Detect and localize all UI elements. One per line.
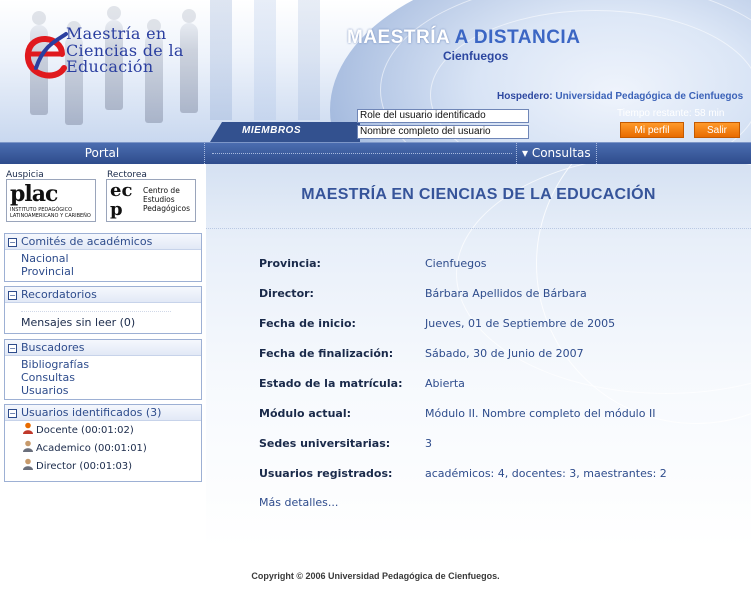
site-title-accent: A DISTANCIA xyxy=(449,27,581,48)
panel-usuarios-identificados: − Usuarios identificados (3) Docente (00:… xyxy=(4,404,202,482)
info-label-fecha-inicio: Fecha de inicio: xyxy=(259,317,356,330)
info-value-provincia: Cienfuegos xyxy=(425,257,487,270)
panel-title: Comités de académicos xyxy=(21,235,153,248)
more-details-link[interactable]: Más detalles... xyxy=(259,496,338,509)
info-value-fecha-inicio: Jueves, 01 de Septiembre de 2005 xyxy=(425,317,616,330)
site-subtitle: Cienfuegos xyxy=(443,49,509,63)
link-usuarios[interactable]: Usuarios xyxy=(21,384,201,397)
logout-button[interactable]: Salir xyxy=(694,122,740,138)
cep-logo-sub: Centro de Estudios Pedagógicos xyxy=(143,186,191,213)
logo-line: Educación xyxy=(66,57,154,76)
user-name: Academico (00:01:01) xyxy=(36,443,147,454)
my-profile-button[interactable]: Mi perfil xyxy=(620,122,684,138)
host-label: Hospedero: xyxy=(497,91,553,102)
nav-consultas-menu[interactable]: ▾ Consultas xyxy=(516,143,597,164)
info-label-sedes: Sedes universitarias: xyxy=(259,437,391,450)
user-icon-gray xyxy=(22,440,34,452)
collapse-icon[interactable]: − xyxy=(8,238,17,247)
link-provincial[interactable]: Provincial xyxy=(21,265,201,278)
panel-title: Recordatorios xyxy=(21,288,97,301)
info-value-usuarios[interactable]: académicos: 4, docentes: 3, maestrantes:… xyxy=(425,467,667,480)
user-role-field[interactable]: Role del usuario identificado xyxy=(357,109,529,123)
info-label-provincia: Provincia: xyxy=(259,257,321,270)
info-label-modulo: Módulo actual: xyxy=(259,407,351,420)
link-bibliografias[interactable]: Bibliografías xyxy=(21,358,201,371)
info-value-estado: Abierta xyxy=(425,377,465,390)
link-consultas[interactable]: Consultas xyxy=(21,371,201,384)
cep-logo-text: ecp xyxy=(110,180,133,220)
main-nav: Portal ▾ Consultas xyxy=(0,142,751,164)
collapse-icon[interactable]: − xyxy=(8,344,17,353)
main-content: MAESTRÍA EN CIENCIAS DE LA EDUCACIÓN Pro… xyxy=(206,164,751,549)
info-label-director: Director: xyxy=(259,287,314,300)
host-value: Universidad Pedagógica de Cienfuegos xyxy=(555,91,744,102)
info-value-fecha-fin: Sábado, 30 de Junio de 2007 xyxy=(425,347,584,360)
info-label-fecha-fin: Fecha de finalización: xyxy=(259,347,394,360)
panel-divider xyxy=(21,311,171,312)
panel-comites: − Comités de académicos Nacional Provinci… xyxy=(4,233,202,282)
user-name-field[interactable]: Nombre completo del usuario xyxy=(357,125,529,139)
info-label-estado: Estado de la matrícula: xyxy=(259,377,403,390)
nav-portal[interactable]: Portal xyxy=(0,143,205,164)
panel-comites-header[interactable]: − Comités de académicos xyxy=(5,234,201,250)
iplac-logo-sub: INSTITUTO PEDAGÓGICO LATINOAMERICANO Y C… xyxy=(10,207,91,219)
title-divider xyxy=(206,228,751,229)
panel-title: Buscadores xyxy=(21,341,85,354)
host-info: Hospedero: Universidad Pedagógica de Cie… xyxy=(497,91,743,102)
logo-e-icon xyxy=(25,32,68,79)
page-title: MAESTRÍA EN CIENCIAS DE LA EDUCACIÓN xyxy=(301,186,656,203)
panel-buscadores-header[interactable]: − Buscadores xyxy=(5,340,201,356)
sidebar: Auspicia plac INSTITUTO PEDAGÓGICO LATIN… xyxy=(0,164,206,500)
user-icon-orange xyxy=(22,422,34,434)
online-user-director[interactable]: Director (00:01:03) xyxy=(22,458,201,476)
cep-logo[interactable]: ecp Centro de Estudios Pedagógicos xyxy=(106,179,196,222)
info-value-sedes[interactable]: 3 xyxy=(425,437,432,450)
online-user-docente[interactable]: Docente (00:01:02) xyxy=(22,422,201,440)
nav-divider xyxy=(212,153,512,154)
footer-copyright: Copyright © 2006 Universidad Pedagógica … xyxy=(251,571,500,581)
panel-recordatorios: − Recordatorios Mensajes sin leer (0) xyxy=(4,286,202,334)
panel-usuarios-header[interactable]: − Usuarios identificados (3) xyxy=(5,405,201,421)
panel-recordatorios-header[interactable]: − Recordatorios xyxy=(5,287,201,303)
iplac-logo[interactable]: plac INSTITUTO PEDAGÓGICO LATINOAMERICAN… xyxy=(6,179,96,222)
site-title: MAESTRÍA A DISTANCIA xyxy=(347,27,580,49)
session-time-left: Tiempo restante: 58 min xyxy=(617,108,725,119)
online-user-academico[interactable]: Academico (00:01:01) xyxy=(22,440,201,458)
info-value-director[interactable]: Bárbara Apellidos de Bárbara xyxy=(425,287,587,300)
info-value-modulo[interactable]: Módulo II. Nombre completo del módulo II xyxy=(425,407,655,420)
members-label: MIEMBROS xyxy=(242,125,301,136)
link-unread-messages[interactable]: Mensajes sin leer (0) xyxy=(21,316,201,329)
collapse-icon[interactable]: − xyxy=(8,291,17,300)
collapse-icon[interactable]: − xyxy=(8,409,17,418)
logo-text: Maestría en Ciencias de la Educación xyxy=(66,25,184,76)
site-header: Maestría en Ciencias de la Educación MAE… xyxy=(0,0,751,142)
iplac-logo-text: plac xyxy=(10,181,58,207)
user-icon-gray xyxy=(22,458,34,470)
site-title-main: MAESTRÍA xyxy=(347,27,450,48)
info-label-usuarios: Usuarios registrados: xyxy=(259,467,393,480)
panel-title: Usuarios identificados (3) xyxy=(21,406,162,419)
panel-buscadores: − Buscadores Bibliografías Consultas Usua… xyxy=(4,339,202,400)
user-name: Director (00:01:03) xyxy=(36,461,133,472)
link-nacional[interactable]: Nacional xyxy=(21,252,201,265)
user-name: Docente (00:01:02) xyxy=(36,425,134,436)
